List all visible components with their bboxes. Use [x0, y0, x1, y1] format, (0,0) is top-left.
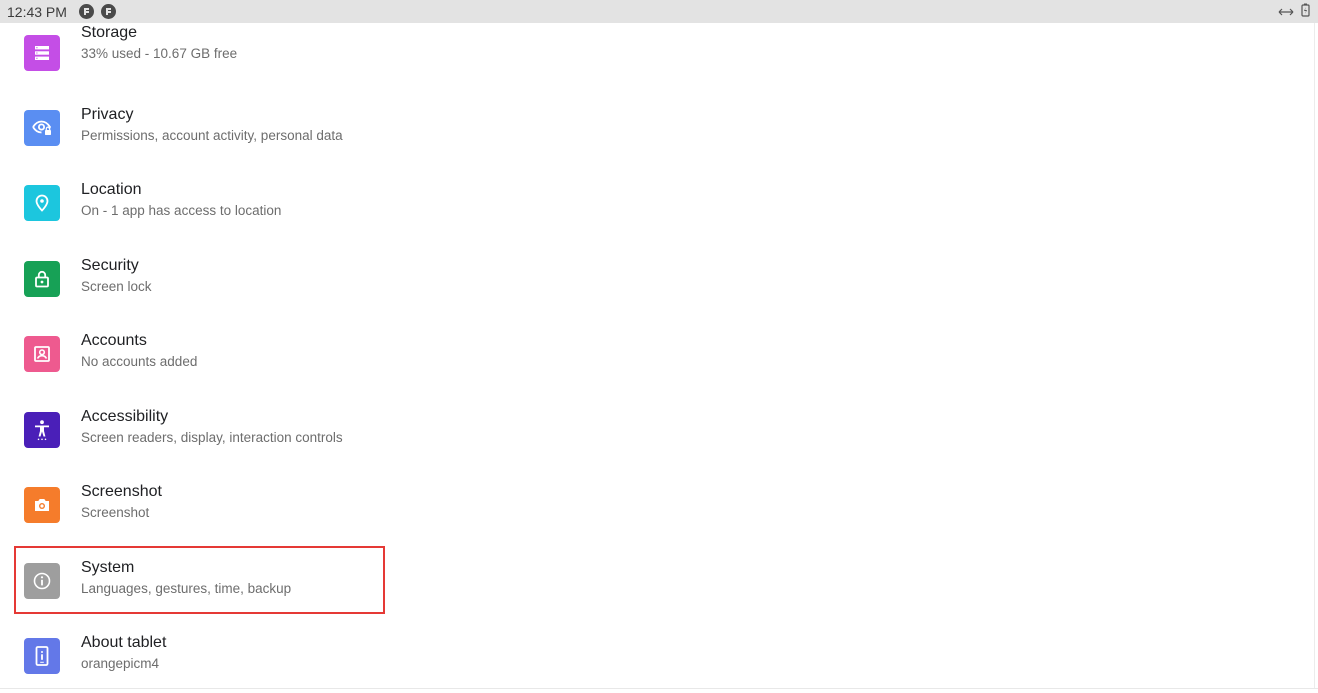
settings-item-title: About tablet [81, 634, 167, 651]
settings-item-accounts[interactable]: Accounts No accounts added [0, 316, 1318, 391]
camera-icon [24, 486, 60, 523]
settings-item-subtitle: Permissions, account activity, personal … [81, 128, 343, 143]
storage-icon [24, 34, 60, 71]
privacy-icon [24, 109, 60, 146]
settings-item-storage[interactable]: Storage 33% used - 10.67 GB free [0, 15, 1318, 90]
settings-item-system[interactable]: System Languages, gestures, time, backup [0, 543, 1318, 618]
settings-item-privacy[interactable]: Privacy Permissions, account activity, p… [0, 90, 1318, 165]
settings-item-subtitle: No accounts added [81, 354, 198, 369]
settings-item-subtitle: 33% used - 10.67 GB free [81, 46, 238, 61]
lock-icon [24, 260, 60, 297]
settings-item-location[interactable]: Location On - 1 app has access to locati… [0, 165, 1318, 240]
settings-item-subtitle: Screenshot [81, 505, 150, 520]
tablet-info-icon [24, 637, 60, 674]
settings-item-accessibility[interactable]: Accessibility Screen readers, display, i… [0, 392, 1318, 467]
account-icon [24, 335, 60, 372]
settings-item-title: System [81, 559, 135, 576]
settings-item-subtitle: Screen lock [81, 279, 152, 294]
settings-item-title: Location [81, 181, 142, 198]
scroll-edge [1314, 23, 1315, 688]
location-icon [24, 184, 60, 221]
settings-item-title: Accessibility [81, 408, 169, 425]
settings-item-title: Security [81, 257, 139, 274]
bottom-divider [0, 688, 1318, 689]
settings-item-title: Privacy [81, 106, 134, 123]
settings-item-security[interactable]: Security Screen lock [0, 241, 1318, 316]
settings-item-about-tablet[interactable]: About tablet orangepicm4 [0, 618, 1318, 693]
settings-item-subtitle: Languages, gestures, time, backup [81, 581, 292, 596]
settings-item-screenshot[interactable]: Screenshot Screenshot [0, 467, 1318, 542]
accessibility-icon [24, 411, 60, 448]
info-icon [24, 562, 60, 599]
settings-item-title: Accounts [81, 332, 147, 349]
settings-item-subtitle: On - 1 app has access to location [81, 203, 282, 218]
settings-item-title: Storage [81, 24, 138, 41]
settings-list: Storage 33% used - 10.67 GB free Privacy… [0, 23, 1318, 691]
settings-item-subtitle: orangepicm4 [81, 656, 160, 671]
settings-item-title: Screenshot [81, 483, 162, 500]
settings-item-subtitle: Screen readers, display, interaction con… [81, 430, 343, 445]
